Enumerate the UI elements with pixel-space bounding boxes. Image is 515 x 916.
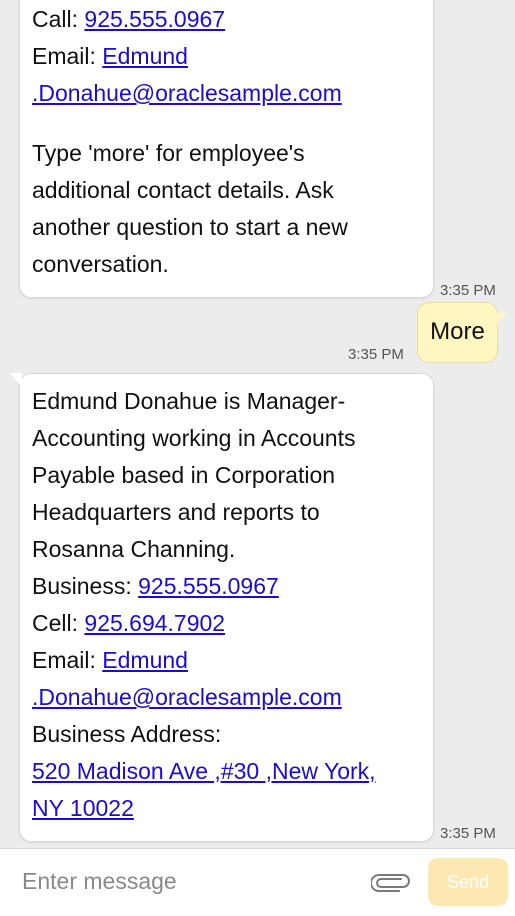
cell-phone-line: Cell: 925.694.7902 (32, 605, 419, 642)
instruction-line: Type 'more' for employee's (32, 140, 305, 166)
email-line: Email: Edmund (32, 38, 419, 75)
email-label: Email: (32, 43, 103, 69)
bot-message-timestamp: 3:35 PM (440, 825, 496, 842)
email-link-part1[interactable]: Edmund (102, 647, 188, 673)
business-phone-line: Business: 925.555.0967 (32, 568, 419, 605)
message-composer: Send (0, 848, 515, 916)
email-link-part1[interactable]: Edmund (102, 43, 188, 69)
email-line-2: .Donahue@oraclesample.com (32, 679, 419, 716)
email-link-part2[interactable]: .Donahue@oraclesample.com (32, 80, 342, 106)
paperclip-icon (371, 874, 410, 892)
business-phone-link[interactable]: 925.555.0967 (138, 573, 279, 599)
business-label: Business: (32, 573, 139, 599)
email-line-2: .Donahue@oraclesample.com (32, 75, 419, 112)
instruction-line: conversation. (32, 251, 169, 277)
address-link-part2[interactable]: NY 10022 (32, 795, 134, 821)
instruction-line: another question to start a new (32, 214, 348, 240)
call-label: Call: (32, 6, 85, 32)
intro-line: Edmund Donahue is Manager- (32, 388, 346, 414)
address-line-1: 520 Madison Ave ,#30 ,New York, (32, 753, 419, 790)
attach-button[interactable] (368, 869, 414, 897)
user-message: More (417, 302, 507, 363)
email-label: Email: (32, 647, 103, 673)
intro-line: Accounting working in Accounts (32, 425, 356, 451)
user-message-timestamp: 3:35 PM (348, 346, 404, 363)
email-line: Email: Edmund (32, 642, 419, 679)
call-link[interactable]: 925.555.0967 (84, 6, 225, 32)
conversation-pane[interactable]: Call: 925.555.0967 Email: Edmund .Donahu… (0, 0, 515, 848)
message-input[interactable] (22, 861, 362, 901)
bot-message-details: Edmund Donahue is Manager- Accounting wo… (10, 373, 434, 842)
email-link-part2[interactable]: .Donahue@oraclesample.com (32, 684, 342, 710)
intro-line: Payable based in Corporation (32, 462, 336, 488)
instruction-line: additional contact details. Ask (32, 177, 334, 203)
cell-label: Cell: (32, 610, 85, 636)
bot-message-timestamp: 3:35 PM (440, 282, 496, 299)
intro-line: Rosanna Channing. (32, 536, 236, 562)
address-link-part1[interactable]: 520 Madison Ave ,#30 ,New York, (32, 758, 376, 784)
send-button[interactable]: Send (428, 858, 508, 906)
bot-message-contact: Call: 925.555.0967 Email: Edmund .Donahu… (19, 0, 434, 298)
address-label: Business Address: (32, 721, 222, 747)
call-line: Call: 925.555.0967 (32, 1, 419, 38)
cell-phone-link[interactable]: 925.694.7902 (84, 610, 225, 636)
user-message-text: More (430, 318, 485, 345)
intro-line: Headquarters and reports to (32, 499, 320, 525)
address-line-2: NY 10022 (32, 790, 419, 827)
